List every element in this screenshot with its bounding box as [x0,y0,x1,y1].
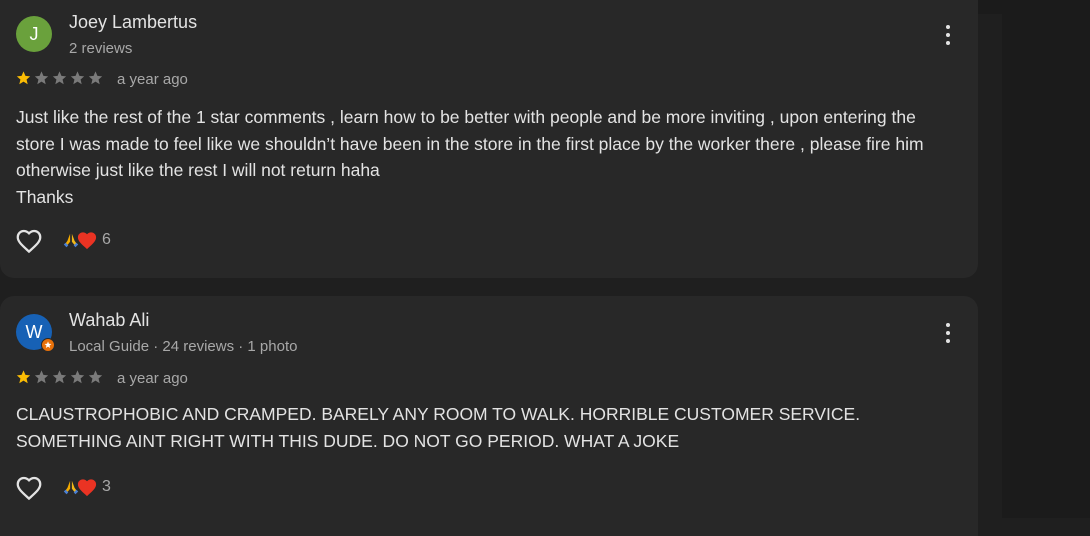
like-button[interactable] [14,226,44,256]
star-empty-icon [52,370,67,384]
more-options-button[interactable] [938,21,958,49]
review-time: a year ago [117,71,188,88]
star-empty-icon [88,370,103,384]
reviews-scroll-area[interactable]: J Joey Lambertus 2 reviews a year ago Ju… [0,0,1002,536]
reactions-summary[interactable]: 6 [62,230,111,250]
reaction-count: 3 [102,478,111,495]
right-panel [1002,0,1090,518]
local-guide-badge-icon [41,338,55,352]
avatar-letter: J [29,23,39,44]
review-text: CLAUSTROPHOBIC AND CRAMPED. BARELY ANY R… [16,404,861,451]
reaction-count: 6 [102,231,111,248]
reactions-summary[interactable]: 3 [62,477,111,497]
heart-outline-icon [16,476,42,501]
review-time: a year ago [117,370,188,387]
star-filled-icon [16,370,31,384]
heart-icon [77,232,97,250]
reviewer-name[interactable]: Wahab Ali [69,310,149,331]
star-empty-icon [34,370,49,384]
star-rating [15,70,104,86]
review-text: Just like the rest of the 1 star comment… [16,107,924,207]
heart-outline-icon [16,229,42,254]
review-card: W Wahab Ali Local Guide · 24 reviews · 1… [0,296,978,536]
more-vert-icon [946,25,950,29]
star-empty-icon [70,71,85,85]
star-rating [15,369,104,385]
reviewer-meta: Local Guide · 24 reviews · 1 photo [69,338,298,355]
star-empty-icon [34,71,49,85]
heart-icon [77,479,97,497]
more-options-button[interactable] [938,319,958,347]
avatar-letter: W [25,321,43,342]
star-empty-icon [88,71,103,85]
like-button[interactable] [14,473,44,503]
reviewer-name[interactable]: Joey Lambertus [69,12,197,33]
avatar[interactable]: W [16,314,55,352]
avatar[interactable]: J [16,16,52,52]
star-filled-icon [16,71,31,85]
more-vert-icon [946,323,950,327]
star-empty-icon [52,71,67,85]
star-empty-icon [70,370,85,384]
review-card: J Joey Lambertus 2 reviews a year ago Ju… [0,0,978,278]
reviewer-meta: 2 reviews [69,40,133,57]
